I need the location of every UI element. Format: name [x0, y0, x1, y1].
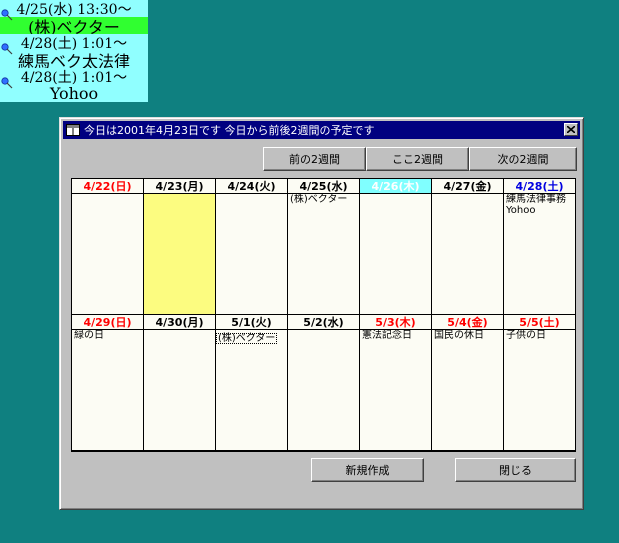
prev-two-weeks-button[interactable]: 前の2週間	[263, 147, 366, 171]
window-title: 今日は2001年4月23日です 今日から前後2週間の予定です	[84, 124, 375, 137]
day-cell[interactable]	[144, 194, 215, 314]
day-cell[interactable]: 憲法記念日	[360, 330, 431, 450]
day-header[interactable]: 5/5(土)	[504, 315, 575, 329]
calendar-grid: 4/22(日) 4/23(月) 4/24(火) 4/25(水) (株)ベクター 4/26(…	[71, 178, 576, 452]
calendar-app-icon	[66, 124, 80, 136]
note-time[interactable]: 4/28(土) 1:01〜	[0, 34, 148, 51]
day-header[interactable]: 5/4(金)	[432, 315, 503, 329]
pushpin-icon	[1, 43, 13, 55]
schedule-entry[interactable]: Yohoo	[504, 205, 575, 216]
day-header[interactable]: 4/23(月)	[144, 179, 215, 193]
schedule-entry[interactable]: 子供の日	[504, 330, 575, 341]
day-header[interactable]: 4/26(木)	[360, 179, 431, 193]
day-header[interactable]: 5/2(水)	[288, 315, 359, 329]
schedule-entry[interactable]: (株)ベクター	[216, 333, 278, 344]
day-cell[interactable]	[288, 330, 359, 450]
note-time[interactable]: 4/28(土) 1:01〜	[0, 68, 148, 85]
day-cell[interactable]	[144, 330, 215, 450]
schedule-entry[interactable]: 憲法記念日	[360, 330, 431, 341]
schedule-entry[interactable]: 国民の休日	[432, 330, 503, 341]
close-window-button[interactable]	[564, 123, 578, 136]
title-bar[interactable]: 今日は2001年4月23日です 今日から前後2週間の予定です	[63, 121, 580, 139]
day-cell[interactable]: 緑の日	[72, 330, 143, 450]
day-header[interactable]: 5/1(火)	[216, 315, 287, 329]
note-title[interactable]: Yohoo	[0, 85, 148, 102]
schedule-entry[interactable]: (株)ベクター	[288, 194, 359, 205]
pushpin-icon	[1, 9, 13, 21]
day-cell[interactable]: 子供の日	[504, 330, 575, 450]
day-cell[interactable]	[432, 194, 503, 314]
schedule-entry[interactable]: 緑の日	[72, 330, 143, 341]
day-cell[interactable]: 国民の休日	[432, 330, 503, 450]
close-icon	[567, 126, 575, 133]
day-cell[interactable]	[360, 194, 431, 314]
note-title[interactable]: 練馬ベク太法律	[0, 51, 148, 68]
current-two-weeks-button[interactable]: ここ2週間	[366, 147, 469, 171]
next-two-weeks-button[interactable]: 次の2週間	[469, 147, 577, 171]
note-title[interactable]: (株)ベクター	[0, 17, 148, 34]
day-cell[interactable]	[216, 194, 287, 314]
schedule-entry[interactable]: 練馬法律事務	[504, 194, 575, 205]
day-header[interactable]: 4/30(月)	[144, 315, 215, 329]
day-cell[interactable]: 練馬法律事務 Yohoo	[504, 194, 575, 314]
new-entry-button[interactable]: 新規作成	[311, 458, 424, 482]
day-header[interactable]: 4/29(日)	[72, 315, 143, 329]
close-button[interactable]: 閉じる	[455, 458, 576, 482]
note-time[interactable]: 4/25(水) 13:30〜	[0, 0, 148, 17]
day-cell[interactable]	[72, 194, 143, 314]
day-cell[interactable]: (株)ベクター	[216, 330, 287, 450]
day-cell[interactable]: (株)ベクター	[288, 194, 359, 314]
day-header[interactable]: 4/28(土)	[504, 179, 575, 193]
day-header[interactable]: 4/27(金)	[432, 179, 503, 193]
pushpin-icon	[1, 77, 13, 89]
day-header[interactable]: 4/22(日)	[72, 179, 143, 193]
day-header[interactable]: 4/25(水)	[288, 179, 359, 193]
schedule-dialog: 今日は2001年4月23日です 今日から前後2週間の予定です 前の2週間 ここ2…	[59, 117, 584, 510]
day-header[interactable]: 5/3(木)	[360, 315, 431, 329]
day-header[interactable]: 4/24(火)	[216, 179, 287, 193]
